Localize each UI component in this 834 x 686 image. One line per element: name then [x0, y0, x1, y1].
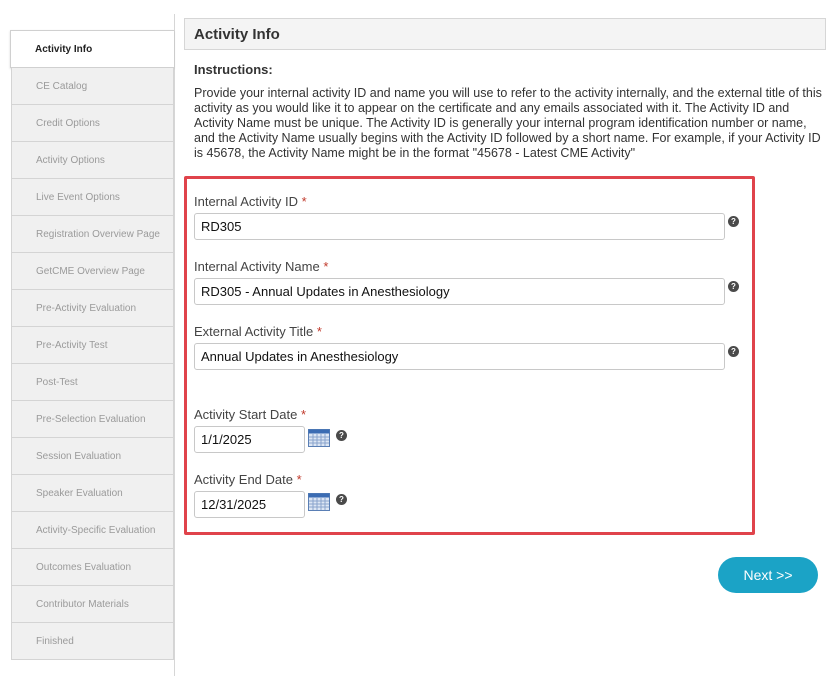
instructions-text: Provide your internal activity ID and na… [194, 86, 822, 160]
help-icon[interactable]: ? [728, 281, 739, 292]
help-icon[interactable]: ? [728, 346, 739, 357]
sidebar-item-session-evaluation[interactable]: Session Evaluation [11, 438, 174, 475]
sidebar-item-label: Pre-Activity Evaluation [36, 302, 137, 314]
sidebar-item-ce-catalog[interactable]: CE Catalog [11, 68, 174, 105]
start-date-input[interactable] [194, 426, 305, 453]
sidebar-item-label: Session Evaluation [36, 450, 122, 462]
sidebar-item-label: Pre-Activity Test [36, 339, 108, 351]
sidebar-item-label: Speaker Evaluation [36, 487, 123, 499]
sidebar-item-contributor-materials[interactable]: Contributor Materials [11, 586, 174, 623]
end-date-label: Activity End Date * [194, 472, 302, 487]
sidebar-item-label: Outcomes Evaluation [36, 561, 132, 573]
sidebar-item-label: Live Event Options [36, 191, 120, 203]
sidebar-item-registration-overview[interactable]: Registration Overview Page [11, 216, 174, 253]
sidebar-item-finished[interactable]: Finished [11, 623, 174, 660]
instructions-heading: Instructions: [194, 62, 273, 77]
sidebar-item-label: Activity Info [35, 43, 93, 55]
page-title: Activity Info [184, 18, 826, 50]
help-icon[interactable]: ? [336, 494, 347, 505]
sidebar-item-label: Finished [36, 635, 74, 647]
sidebar-item-label: Credit Options [36, 117, 100, 129]
sidebar-item-activity-info[interactable]: Activity Info [10, 30, 174, 68]
sidebar-item-label: Post-Test [36, 376, 78, 388]
start-date-label: Activity Start Date * [194, 407, 306, 422]
sidebar-item-activity-options[interactable]: Activity Options [11, 142, 174, 179]
end-date-input[interactable] [194, 491, 305, 518]
sidebar-item-activity-specific-evaluation[interactable]: Activity-Specific Evaluation [11, 512, 174, 549]
sidebar-item-pre-selection-evaluation[interactable]: Pre-Selection Evaluation [11, 401, 174, 438]
required-marker: * [300, 407, 306, 422]
sidebar-item-outcomes-evaluation[interactable]: Outcomes Evaluation [11, 549, 174, 586]
sidebar-item-pre-activity-test[interactable]: Pre-Activity Test [11, 327, 174, 364]
internal-id-label: Internal Activity ID * [194, 194, 307, 209]
sidebar-item-label: Contributor Materials [36, 598, 129, 610]
sidebar: Activity Info CE Catalog Credit Options … [10, 30, 174, 660]
sidebar-item-label: GetCME Overview Page [36, 265, 145, 277]
sidebar-item-label: CE Catalog [36, 80, 88, 92]
sidebar-divider [174, 14, 175, 676]
required-marker: * [301, 194, 307, 209]
sidebar-item-pre-activity-evaluation[interactable]: Pre-Activity Evaluation [11, 290, 174, 327]
sidebar-item-getcme-overview[interactable]: GetCME Overview Page [11, 253, 174, 290]
sidebar-item-label: Activity Options [36, 154, 105, 166]
calendar-icon[interactable] [308, 493, 330, 511]
internal-name-input[interactable] [194, 278, 725, 305]
required-marker: * [316, 324, 322, 339]
help-icon[interactable]: ? [728, 216, 739, 227]
calendar-icon[interactable] [308, 429, 330, 447]
external-title-input[interactable] [194, 343, 725, 370]
required-marker: * [296, 472, 302, 487]
sidebar-item-label: Pre-Selection Evaluation [36, 413, 146, 425]
internal-id-input[interactable] [194, 213, 725, 240]
help-icon[interactable]: ? [336, 430, 347, 441]
sidebar-item-speaker-evaluation[interactable]: Speaker Evaluation [11, 475, 174, 512]
required-marker: * [323, 259, 329, 274]
next-button[interactable]: Next >> [718, 557, 818, 593]
sidebar-item-post-test[interactable]: Post-Test [11, 364, 174, 401]
sidebar-item-label: Registration Overview Page [36, 228, 160, 240]
external-title-label: External Activity Title * [194, 324, 322, 339]
sidebar-item-label: Activity-Specific Evaluation [36, 524, 156, 536]
sidebar-item-credit-options[interactable]: Credit Options [11, 105, 174, 142]
sidebar-item-live-event-options[interactable]: Live Event Options [11, 179, 174, 216]
internal-name-label: Internal Activity Name * [194, 259, 329, 274]
